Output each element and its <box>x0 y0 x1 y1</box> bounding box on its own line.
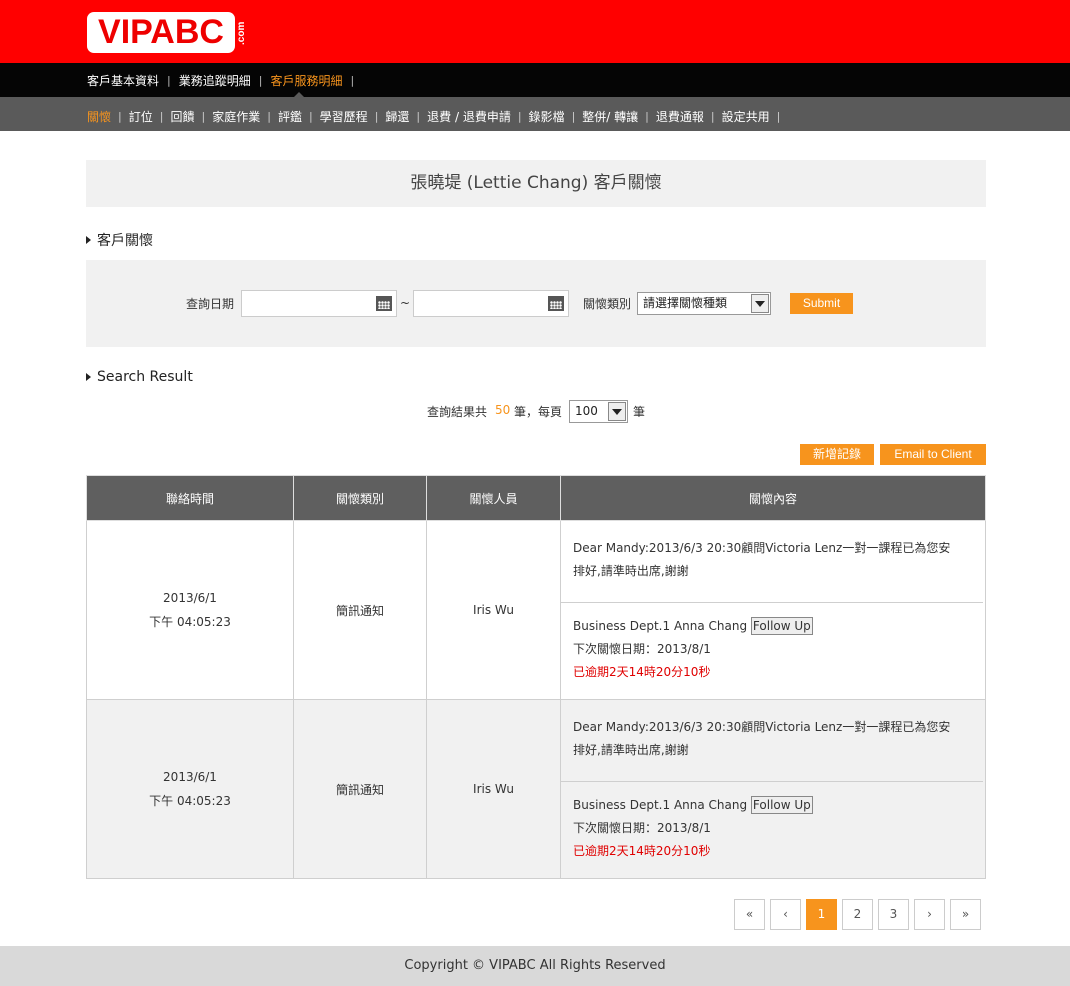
subnav-return[interactable]: 歸還 | <box>385 108 427 125</box>
care-type-cell: 簡訊通知 <box>293 520 427 700</box>
message-text: Dear Mandy:2013/6/3 20:30顧問Victoria Lenz… <box>561 521 983 603</box>
page-title: 張曉堤 (Lettie Chang) 客戶關懷 <box>86 160 986 207</box>
follow-up-button[interactable]: Follow Up <box>750 796 813 814</box>
followup-block: Business Dept.1 Anna Chang Follow Up 下次關… <box>561 603 985 699</box>
primary-nav: 客戶基本資料 | 業務追蹤明細 | 客戶服務明細 | <box>0 63 1070 97</box>
subnav-homework[interactable]: 家庭作業 | <box>212 108 278 125</box>
column-header-care-type: 關懷類別 <box>293 475 427 521</box>
subnav-care[interactable]: 關懷 | <box>87 108 129 125</box>
content-cell: Dear Mandy:2013/6/3 20:30顧問Victoria Lenz… <box>560 699 986 879</box>
nav-separator: | <box>350 73 355 87</box>
contact-time-cell: 2013/6/1 下午 04:05:23 <box>86 699 294 879</box>
column-header-staff: 關懷人員 <box>426 475 561 521</box>
date-label: 查詢日期 <box>186 297 235 311</box>
page-3-button[interactable]: 3 <box>878 899 909 930</box>
subnav-evaluation[interactable]: 評鑑 | <box>278 108 320 125</box>
filter-panel: 查詢日期 ~ 關懷類別 請選擇關懷種類 Submit <box>86 260 986 347</box>
care-type-cell: 簡訊通知 <box>293 699 427 879</box>
last-page-button[interactable]: » <box>950 899 981 930</box>
section-heading-care: 客戶關懷 <box>86 230 153 250</box>
chevron-down-icon[interactable] <box>608 402 626 421</box>
nav-customer-service[interactable]: 客戶服務明細 | <box>270 72 362 89</box>
page-2-button[interactable]: 2 <box>842 899 873 930</box>
contact-time-cell: 2013/6/1 下午 04:05:23 <box>86 520 294 700</box>
message-text: Dear Mandy:2013/6/3 20:30顧問Victoria Lenz… <box>561 700 983 782</box>
calendar-icon[interactable] <box>376 296 392 311</box>
subnav-merge-transfer[interactable]: 整併/ 轉讓 | <box>582 108 656 125</box>
subnav-shared-settings[interactable]: 設定共用 | <box>722 108 788 125</box>
footer-copyright: Copyright © VIPABC All Rights Reserved <box>0 946 1070 986</box>
care-type-select[interactable]: 請選擇關懷種類 <box>637 292 771 315</box>
content-cell: Dear Mandy:2013/6/3 20:30顧問Victoria Lenz… <box>560 520 986 700</box>
section-heading-result: Search Result <box>86 369 193 385</box>
care-records-table: 聯絡時間 關懷類別 關懷人員 關懷內容 2013/6/1 下午 04:05:23… <box>86 475 986 879</box>
table-row: 2013/6/1 下午 04:05:23 簡訊通知 Iris Wu Dear M… <box>86 699 986 879</box>
pagination: « ‹ 1 2 3 › » <box>734 899 986 930</box>
staff-cell: Iris Wu <box>426 520 561 700</box>
range-separator: ~ <box>400 296 411 310</box>
calendar-icon[interactable] <box>548 296 564 311</box>
subnav-refund[interactable]: 退費 / 退費申請 | <box>427 108 528 125</box>
next-page-button[interactable]: › <box>914 899 945 930</box>
subnav-feedback[interactable]: 回饋 | <box>170 108 212 125</box>
subnav-refund-notice[interactable]: 退費通報 | <box>656 108 722 125</box>
add-record-button[interactable]: 新增記錄 <box>800 444 874 465</box>
column-header-contact-time: 聯絡時間 <box>86 475 294 521</box>
nav-separator: | <box>167 73 171 87</box>
type-label: 關懷類別 <box>583 297 632 311</box>
follow-up-button[interactable]: Follow Up <box>750 617 813 635</box>
email-client-button[interactable]: Email to Client <box>880 444 986 465</box>
date-from-input[interactable] <box>241 290 397 317</box>
subnav-learning-history[interactable]: 學習歷程 | <box>320 108 386 125</box>
date-to-input[interactable] <box>413 290 569 317</box>
vipabc-logo[interactable]: VIPABC <box>87 12 235 53</box>
logo-suffix: .com <box>236 21 247 45</box>
table-header-row: 聯絡時間 關懷類別 關懷人員 關懷內容 <box>86 475 986 521</box>
top-banner: VIPABC .com <box>0 0 1070 63</box>
chevron-down-icon[interactable] <box>751 294 769 313</box>
subnav-booking[interactable]: 訂位 | <box>129 108 171 125</box>
table-row: 2013/6/1 下午 04:05:23 簡訊通知 Iris Wu Dear M… <box>86 520 986 700</box>
subnav-recordings[interactable]: 錄影檔 | <box>529 108 583 125</box>
nav-sales-tracking[interactable]: 業務追蹤明細 | <box>179 72 271 89</box>
page-1-button[interactable]: 1 <box>806 899 837 930</box>
prev-page-button[interactable]: ‹ <box>770 899 801 930</box>
overdue-text: 已逾期2天14時20分10秒 <box>573 665 711 679</box>
overdue-text: 已逾期2天14時20分10秒 <box>573 844 711 858</box>
first-page-button[interactable]: « <box>734 899 765 930</box>
column-header-content: 關懷內容 <box>560 475 986 521</box>
nav-customer-profile[interactable]: 客戶基本資料 | <box>87 72 179 89</box>
nav-separator: | <box>258 73 263 87</box>
caret-right-icon <box>86 373 91 381</box>
staff-cell: Iris Wu <box>426 699 561 879</box>
secondary-nav: 關懷 | 訂位 | 回饋 | 家庭作業 | 評鑑 | 學習歷程 | 歸還 | 退費 / 退費申… <box>0 97 1070 131</box>
caret-right-icon <box>86 236 91 244</box>
followup-block: Business Dept.1 Anna Chang Follow Up 下次關… <box>561 782 985 878</box>
per-page-select[interactable]: 100 <box>569 400 628 423</box>
submit-button[interactable]: Submit <box>790 293 853 314</box>
result-count: 50 <box>495 403 511 417</box>
